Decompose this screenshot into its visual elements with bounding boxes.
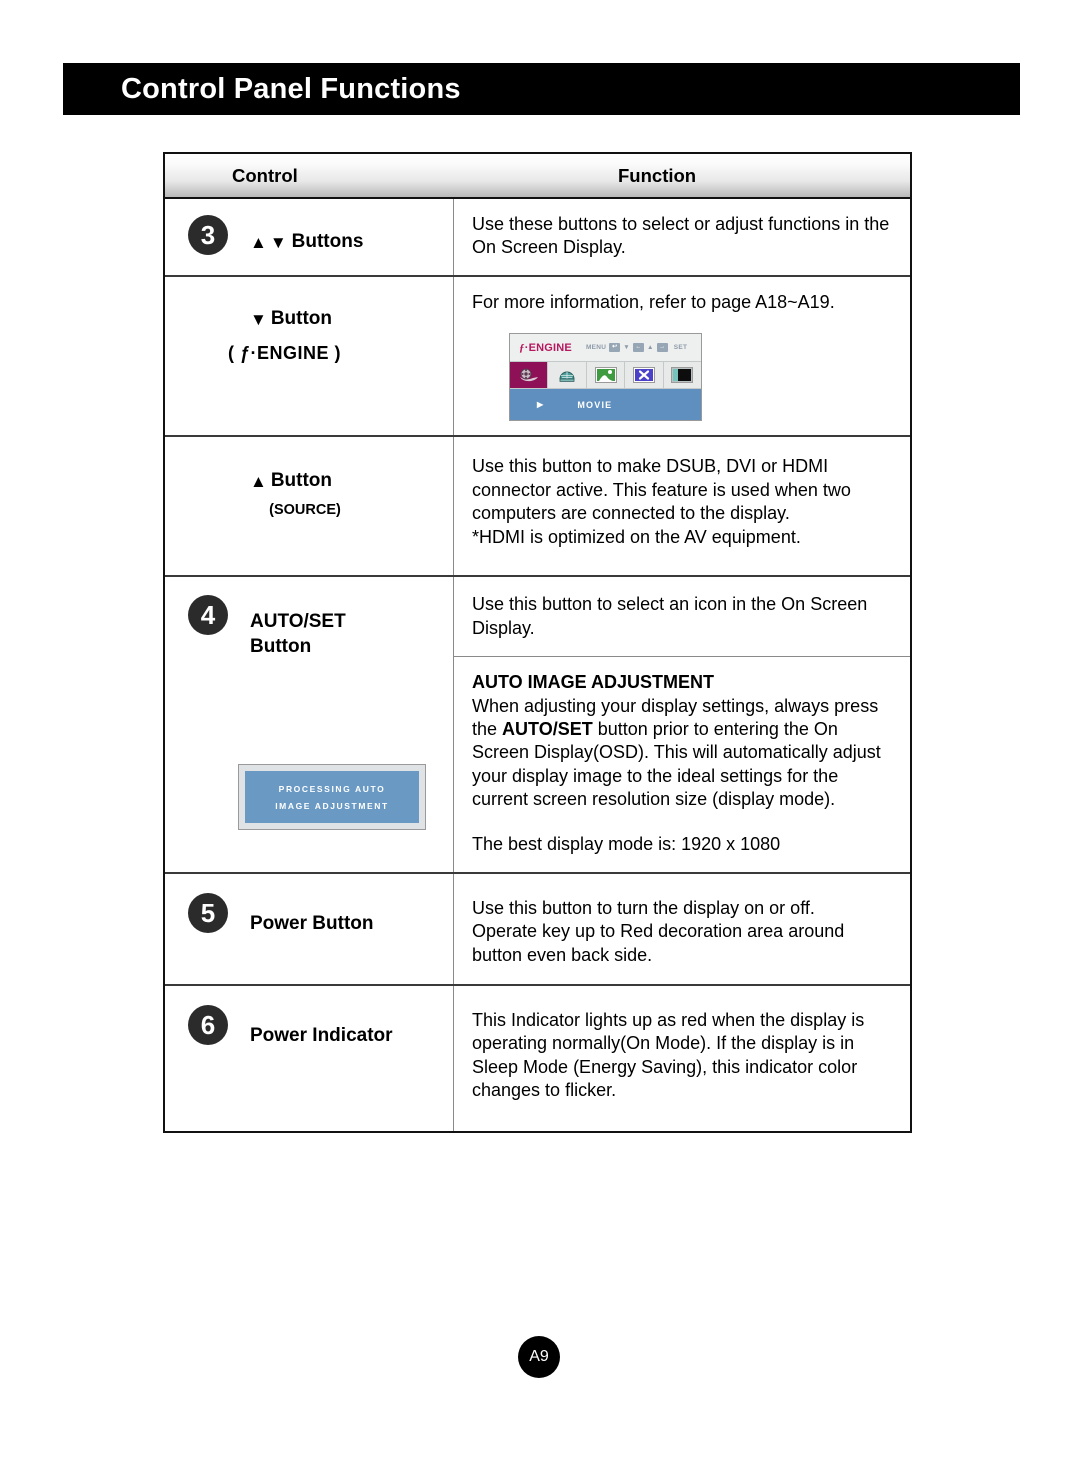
function-cell: This Indicator lights up as red when the… [453,985,910,1131]
control-label: Power Button [250,912,374,934]
film-reel-icon[interactable] [510,362,549,389]
down-triangle-icon: ▼ [250,309,267,329]
function-line: connector active. This feature is used w… [472,479,851,500]
function-cell: Use this button to select an icon in the… [453,577,910,872]
function-text: Use these buttons to select or adjust fu… [472,214,890,258]
processing-box-inner: PROCESSING AUTO IMAGE ADJUSTMENT [245,771,419,824]
contrast-icon[interactable] [663,362,702,389]
table-row: ▼ Button ( ƒ·ENGINE ) For more informati… [165,277,910,438]
globe-icon[interactable] [548,362,587,389]
osd-key-hints: MENU ↩ ▼ ← ▲ → SET [585,343,688,353]
function-cell: Use this button to turn the display on o… [453,873,910,984]
osd-hint-up-key: → [656,343,668,353]
osd-icon-row [510,361,702,390]
osd-mode-label: MOVIE [577,399,613,410]
control-label: Buttons [291,231,364,252]
function-cell-bottom: AUTO IMAGE ADJUSTMENT When adjusting you… [454,657,910,872]
cross-icon[interactable] [625,362,664,389]
table-row: ▲ Button (SOURCE) Use this button to mak… [165,437,910,578]
function-line: Use this button to make DSUB, DVI or HDM… [472,456,829,477]
step-number-badge: 5 [188,892,228,933]
table-row: 4 AUTO/SET Button PROCESSING AUTO IMAGE … [165,577,910,874]
processing-line-1: PROCESSING AUTO [278,783,386,794]
fengine-osd-graphic: ƒ·ENGINE MENU ↩ ▼ ← ▲ → SET ▶ MOVIE [509,333,702,422]
osd-mode-bar: ▶ MOVIE [510,389,701,421]
function-text: Use this button to select an icon in the… [472,594,868,638]
function-body-bold: AUTO/SET [502,718,593,739]
osd-brand-label: ƒ·ENGINE [519,342,572,354]
control-functions-table: Control Function 3 ▲ ▼ Buttons Use these… [163,152,912,1133]
page-title: Control Panel Functions [121,72,461,105]
osd-hint-menu-label: MENU [585,344,607,352]
control-sublabel-source: (SOURCE) [269,501,341,518]
function-line: Use this button to turn the display on o… [472,897,815,918]
control-sublabel-fengine: ( ƒ·ENGINE ) [228,343,342,364]
play-arrow-icon: ▶ [537,400,545,410]
function-line: Sleep Mode (Energy Saving), this indicat… [472,1056,858,1077]
down-triangle-icon: ▼ [269,232,287,252]
step-number-badge: 3 [188,215,228,255]
step-number-badge: 6 [188,1004,228,1045]
control-label-line1: AUTO/SET [250,611,346,633]
table-row: 5 Power Button Use this button to turn t… [165,873,910,986]
function-line: button even back side. [472,944,653,965]
function-line: operating normally(On Mode). If the disp… [472,1033,855,1054]
photo-glyph [594,367,617,384]
table-row: 3 ▲ ▼ Buttons Use these buttons to selec… [165,199,910,277]
table-row: 6 Power Indicator This Indicator lights … [165,985,910,1131]
function-cell: Use these buttons to select or adjust fu… [453,199,910,275]
contrast-glyph [671,367,694,384]
control-cell: 5 Power Button [165,874,453,984]
control-cell: 6 Power Indicator [165,986,453,1131]
function-line: This Indicator lights up as red when the… [472,1009,865,1030]
control-label-line2: Button [250,635,312,657]
control-label: Power Indicator [250,1024,393,1046]
osd-hint-down-key: ← [633,343,645,353]
function-cell-top: Use this button to select an icon in the… [454,577,910,658]
function-line: changes to flicker. [472,1080,617,1101]
control-cell: ▲ Button (SOURCE) [165,437,453,575]
step-number-badge: 4 [188,595,228,636]
column-header-control: Control [232,165,298,186]
page-number-badge: A9 [518,1336,560,1378]
processing-line-2: IMAGE ADJUSTMENT [275,800,389,811]
osd-hint-down-triangle: ▼ [623,344,631,352]
film-reel-glyph [519,368,538,382]
function-line: *HDMI is optimized on the AV equipment. [472,526,801,547]
function-text: For more information, refer to page A18~… [472,292,835,312]
control-label: Button [270,470,333,492]
control-cell: 3 ▲ ▼ Buttons [165,199,453,275]
function-heading: AUTO IMAGE ADJUSTMENT [472,672,715,693]
function-body-last: The best display mode is: 1920 x 1080 [472,833,781,854]
processing-auto-image-adjustment-graphic: PROCESSING AUTO IMAGE ADJUSTMENT [238,764,426,831]
osd-hint-set-label: SET [673,344,688,352]
page-title-bar: Control Panel Functions [63,63,1020,115]
globe-glyph [559,371,575,382]
control-cell: ▼ Button ( ƒ·ENGINE ) [165,277,453,435]
osd-top-bar: ƒ·ENGINE MENU ↩ ▼ ← ▲ → SET [510,334,701,362]
function-cell: For more information, refer to page A18~… [453,277,910,436]
function-line: Operate key up to Red decoration area ar… [472,921,845,942]
osd-brand-rest: ·ENGINE [524,341,572,354]
control-label: Button [270,308,333,329]
up-triangle-icon: ▲ [250,472,267,492]
function-body: When adjusting your display settings, al… [472,695,896,812]
cross-glyph [632,367,655,384]
up-triangle-icon: ▲ [250,232,267,252]
control-cell: 4 AUTO/SET Button PROCESSING AUTO IMAGE … [165,577,453,872]
table-header-row: Control Function [165,154,910,199]
function-cell: Use this button to make DSUB, DVI or HDM… [453,437,910,576]
column-header-function: Function [618,165,697,186]
osd-hint-up-triangle: ▲ [647,344,654,352]
osd-hint-menu-key: ↩ [609,343,621,353]
photo-icon[interactable] [586,362,626,389]
function-line: computers are connected to the display. [472,503,790,524]
